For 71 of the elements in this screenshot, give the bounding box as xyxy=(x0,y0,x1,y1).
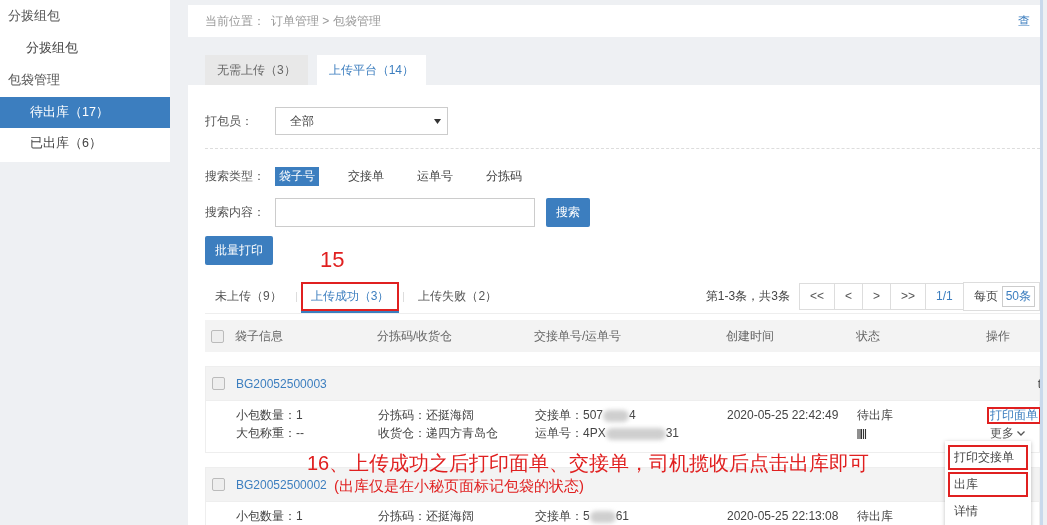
search-type-option[interactable]: 袋子号 xyxy=(275,167,319,186)
search-button[interactable]: 搜索 xyxy=(546,198,590,227)
bulk-print-button[interactable]: 批量打印 xyxy=(205,236,273,265)
tab[interactable]: 上传平台（14） xyxy=(316,55,427,85)
page-indicator[interactable]: 1/1 xyxy=(924,282,964,310)
packer-select[interactable]: 全部 xyxy=(275,107,448,135)
redaction-blur xyxy=(603,409,630,422)
column-header: 分拣码/收货仓 xyxy=(377,327,454,345)
column-header: 袋子信息 xyxy=(235,327,284,345)
table-cell: 交接单：507 xyxy=(535,408,604,422)
print-label-link[interactable]: 打印面单 xyxy=(987,407,1041,424)
column-header: 交接单号/运单号 xyxy=(534,327,623,345)
redaction-blur xyxy=(605,427,666,440)
field-label: 搜索内容： xyxy=(205,204,266,221)
search-field[interactable] xyxy=(275,198,535,227)
table-cell: 4 xyxy=(629,408,636,422)
page-summary: 第1-3条，共3条 xyxy=(705,287,790,305)
page-button[interactable]: << xyxy=(798,282,835,310)
field-label: 搜索类型： xyxy=(205,168,266,185)
field-label: 打包员： xyxy=(205,112,254,130)
tab[interactable]: 未上传（9） xyxy=(205,282,292,313)
step-number: 15 xyxy=(320,247,345,273)
checkbox[interactable] xyxy=(211,329,224,343)
per-page-label: 每页 xyxy=(973,287,998,305)
sidebar-item[interactable]: 已出库（6） xyxy=(0,128,170,159)
table-cell-text: 小包数量：1 xyxy=(236,407,304,424)
table-cell: 2020-05-25 22:13:08 xyxy=(727,509,839,523)
chevron-down-icon xyxy=(1017,431,1025,437)
menu-item[interactable]: 打印交接单 xyxy=(948,445,1028,470)
instruction-text: 16、上传成功之后打印面单、交接单，司机揽收后点击出库即可 xyxy=(307,451,870,476)
page-button[interactable]: < xyxy=(833,282,863,310)
page-button[interactable]: >> xyxy=(889,282,926,310)
query-link[interactable]: 查 xyxy=(1018,12,1030,30)
caret-icon xyxy=(434,118,441,124)
column-header: 状态 xyxy=(856,327,881,345)
table-cell: 61 xyxy=(615,509,630,523)
table-cell-text: 小包数量：1 xyxy=(236,508,304,525)
column-header: 创建时间 xyxy=(726,327,775,345)
breadcrumb-label: 当前位置： xyxy=(205,12,265,30)
checkbox[interactable] xyxy=(212,377,225,390)
sidebar-heading: 分拨组包 xyxy=(7,8,61,25)
per-page-select[interactable]: 50条 xyxy=(1001,285,1035,307)
sidebar-item[interactable]: 待出库（17） xyxy=(0,97,170,128)
bag-id-link[interactable]: BG20052500002 xyxy=(236,477,327,492)
table-cell: 2020-05-25 22:42:49 xyxy=(727,408,839,422)
tab[interactable]: 上传成功（3） xyxy=(300,282,400,313)
search-type-option[interactable]: 分拣码 xyxy=(482,167,526,186)
sidebar-item[interactable]: 分拨组包 xyxy=(0,33,170,64)
table-cell-text: 收货仓：递四方青岛仓 xyxy=(378,425,499,442)
table-cell-text: 大包称重：-- xyxy=(236,425,305,442)
checkbox[interactable] xyxy=(212,478,225,491)
tab[interactable]: 上传失败（2） xyxy=(408,282,508,313)
search-type-option[interactable]: 运单号 xyxy=(413,167,457,186)
page-button[interactable]: > xyxy=(861,282,891,310)
search-type-option[interactable]: 交接单 xyxy=(344,167,388,186)
table-cell: 31 xyxy=(665,426,680,440)
table-cell: 交接单：5 xyxy=(535,509,590,523)
status-text: 待出库 xyxy=(857,509,893,523)
table-cell: 运单号：4PX xyxy=(535,426,606,440)
table-cell-text: 分拣码：还挺海阔 xyxy=(378,508,475,525)
breadcrumb-path: 订单管理 > 包袋管理 xyxy=(271,12,381,30)
tab[interactable]: 无需上传（3） xyxy=(205,55,308,85)
redaction-blur xyxy=(589,510,616,523)
sidebar-heading: 包袋管理 xyxy=(7,72,61,89)
menu-item[interactable]: 出库 xyxy=(948,472,1028,497)
table-cell-text: 分拣码：还挺海阔 xyxy=(378,407,475,424)
menu-item[interactable]: 详情 xyxy=(948,499,1028,524)
instruction-note: (出库仅是在小秘页面标记包袋的状态) xyxy=(334,477,584,496)
bag-id-link[interactable]: BG20052500003 xyxy=(236,376,327,391)
status-text: 待出库 xyxy=(857,408,893,422)
column-header: 操作 xyxy=(986,327,1011,345)
